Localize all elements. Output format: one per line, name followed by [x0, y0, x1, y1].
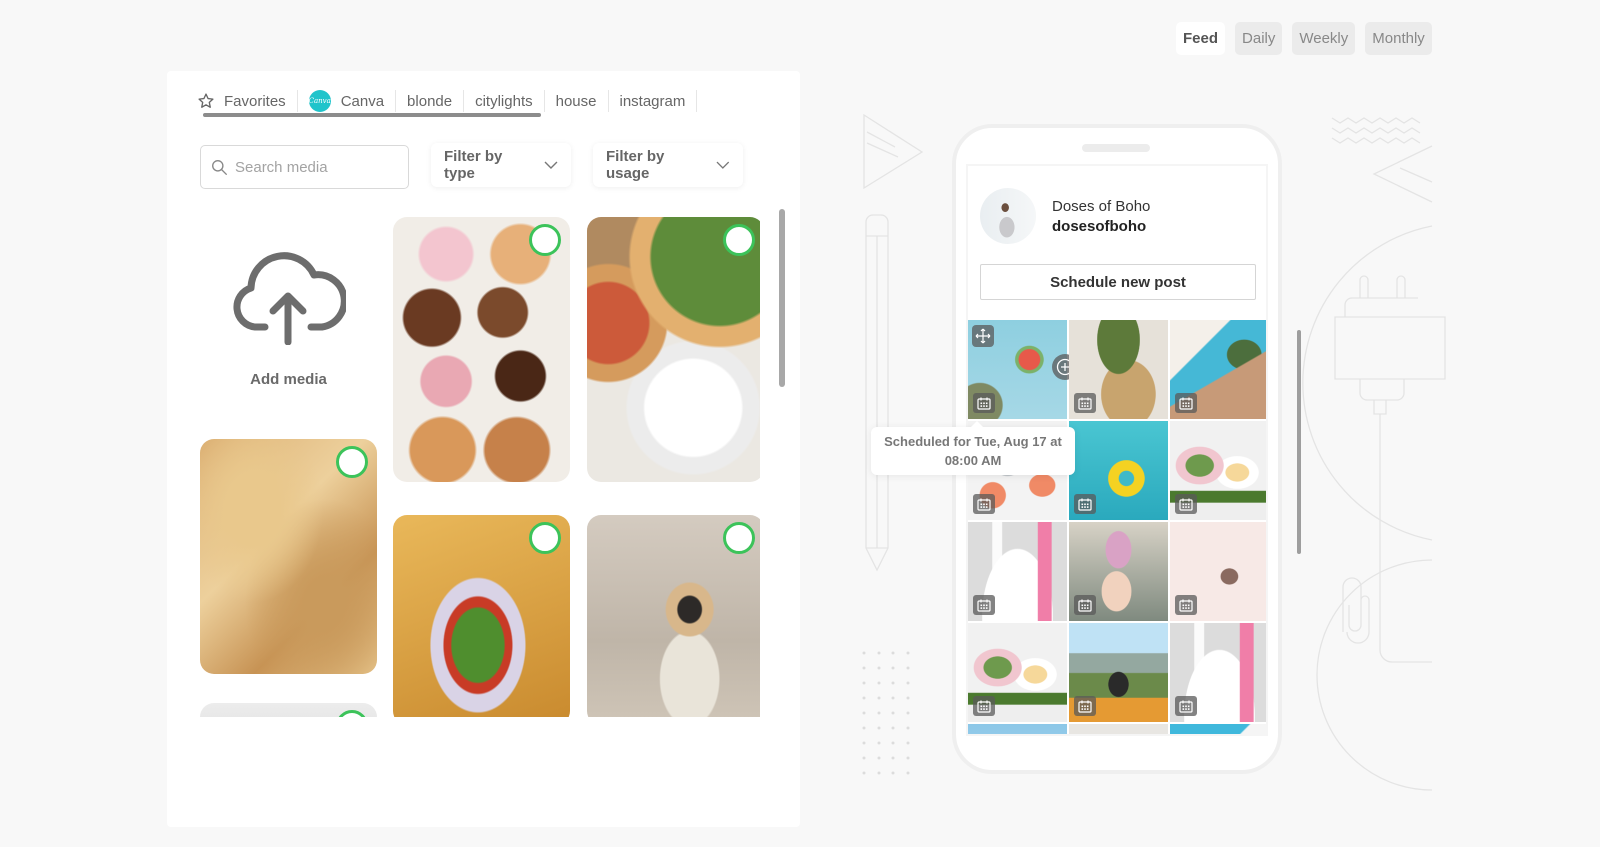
select-checkbox[interactable] [529, 224, 561, 256]
search-media-input[interactable] [235, 158, 395, 176]
chevron-down-icon [544, 161, 558, 169]
media-item-woman-camera[interactable] [587, 515, 760, 717]
schedule-new-post-button[interactable]: Schedule new post [980, 264, 1256, 300]
calendar-icon[interactable] [973, 393, 995, 413]
drag-handle-icon[interactable] [972, 325, 994, 347]
feed-post[interactable] [968, 623, 1067, 722]
calendar-icon[interactable] [1074, 494, 1096, 514]
tab-label: Canva [340, 92, 385, 110]
filter-by-type-label: Filter by type [444, 148, 503, 182]
feed-post[interactable] [968, 320, 1078, 419]
filter-by-usage-label: Filter by usage [606, 148, 665, 182]
view-feed-button[interactable]: Feed [1176, 22, 1226, 55]
feed-post[interactable] [1069, 320, 1168, 419]
select-checkbox[interactable] [723, 224, 755, 256]
circle-doodle-2 [1316, 559, 1433, 791]
feed-post[interactable] [1170, 320, 1266, 419]
cloud-upload-icon [233, 252, 346, 345]
select-checkbox[interactable] [336, 446, 368, 478]
play-doodle [863, 113, 924, 190]
tab-label: blonde [407, 92, 453, 110]
media-item-silk[interactable] [200, 439, 377, 674]
pencil-doodle [865, 214, 889, 572]
canva-logo: Canva [309, 90, 331, 112]
tab-citylights[interactable]: citylights [464, 90, 545, 112]
filter-by-type-dropdown[interactable]: Filter by type [431, 143, 571, 187]
tab-label: Favorites [224, 92, 286, 110]
tab-favorites[interactable]: Favorites [197, 90, 298, 112]
calendar-icon[interactable] [1175, 595, 1197, 615]
add-media-label: Add media [250, 371, 327, 388]
select-checkbox[interactable] [529, 522, 561, 554]
feed-grid [968, 320, 1266, 734]
tab-instagram[interactable]: instagram [609, 90, 698, 112]
feed-post[interactable] [1069, 623, 1168, 722]
select-checkbox[interactable] [336, 710, 368, 717]
calendar-icon[interactable] [1074, 595, 1096, 615]
media-panel: Favorites Canva Canva blonde citylights … [167, 71, 800, 827]
view-weekly-button[interactable]: Weekly [1292, 22, 1356, 55]
tab-house[interactable]: house [545, 90, 609, 112]
media-item-pizza[interactable] [587, 217, 760, 482]
media-item-happy-board[interactable] [200, 703, 377, 717]
calendar-icon[interactable] [1074, 696, 1096, 716]
phone-speaker [1082, 144, 1150, 152]
account-handle: dosesofboho [1052, 217, 1147, 235]
tab-canva[interactable]: Canva Canva [298, 90, 397, 112]
circle-doodle [1302, 225, 1433, 541]
calendar-icon[interactable] [1175, 494, 1197, 514]
feed-post[interactable] [1069, 724, 1168, 734]
calendar-icon[interactable] [973, 494, 995, 514]
select-checkbox[interactable] [723, 522, 755, 554]
search-icon [212, 159, 227, 175]
feed-post[interactable] [1170, 421, 1266, 520]
avatar [980, 188, 1036, 244]
feed-post[interactable] [1170, 724, 1266, 734]
account-profile: Doses of Boho dosesofboho [980, 188, 1150, 244]
tab-blonde[interactable]: blonde [396, 90, 465, 112]
view-monthly-button[interactable]: Monthly [1365, 22, 1432, 55]
media-item-salad[interactable] [393, 515, 570, 717]
dot-grid-doodle [862, 651, 910, 775]
feed-post[interactable] [968, 522, 1067, 621]
search-media-field[interactable] [200, 145, 409, 189]
account-display-name: Doses of Boho [1052, 197, 1151, 215]
tab-label: instagram [619, 92, 686, 110]
filter-by-usage-dropdown[interactable]: Filter by usage [593, 143, 743, 187]
media-grid: Add media [200, 217, 760, 717]
star-icon [198, 93, 214, 108]
scheduled-tooltip: Scheduled for Tue, Aug 17 at 08:00 AM [871, 421, 1075, 475]
feed-post[interactable] [1170, 623, 1266, 722]
calendar-icon[interactable] [1175, 393, 1197, 413]
charger-doodle [1334, 275, 1446, 663]
calendar-icon[interactable] [1175, 696, 1197, 716]
tab-label: citylights [475, 92, 533, 110]
calendar-icon[interactable] [973, 696, 995, 716]
tabs-scrollbar[interactable] [203, 113, 541, 117]
paperclip-doodle [1342, 577, 1370, 644]
media-tabs: Favorites Canva Canva blonde citylights … [197, 86, 698, 116]
feed-post[interactable] [1069, 421, 1168, 520]
arrow-doodle [1372, 145, 1433, 203]
zigzag-doodle [1331, 117, 1421, 144]
view-toggle: Feed Daily Weekly Monthly [1176, 22, 1432, 55]
media-item-donuts[interactable] [393, 217, 570, 482]
calendar-icon[interactable] [973, 595, 995, 615]
chevron-down-icon [716, 161, 730, 169]
tab-label: house [555, 92, 597, 110]
view-daily-button[interactable]: Daily [1235, 22, 1283, 55]
media-scrollbar[interactable] [779, 209, 785, 387]
feed-scrollbar[interactable] [1297, 330, 1301, 554]
feed-post[interactable] [1170, 522, 1266, 621]
feed-post[interactable] [1069, 522, 1168, 621]
feed-post[interactable] [968, 724, 1067, 734]
add-media-button[interactable]: Add media [200, 217, 377, 437]
calendar-icon[interactable] [1074, 393, 1096, 413]
